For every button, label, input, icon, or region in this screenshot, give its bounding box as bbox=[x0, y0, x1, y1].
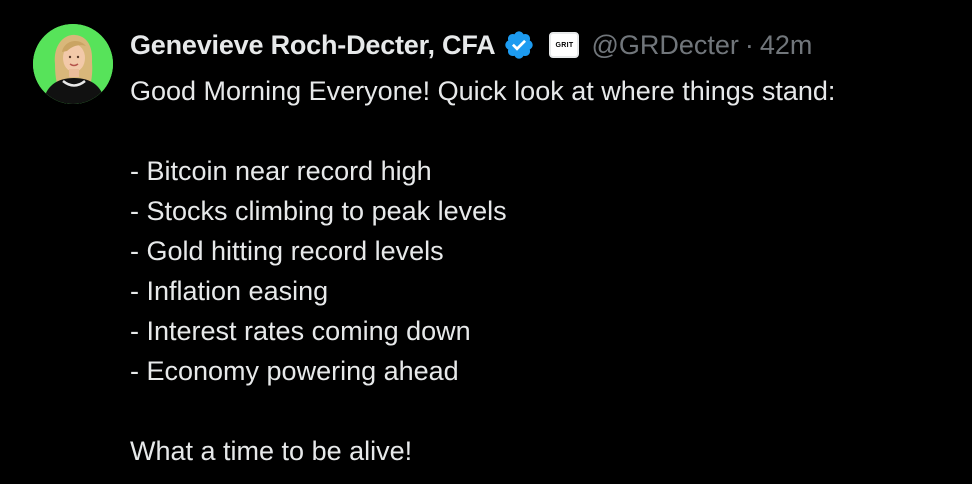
verified-badge-icon[interactable] bbox=[503, 29, 535, 61]
list-item: - Inflation easing bbox=[130, 276, 329, 306]
tweet-card[interactable]: Genevieve Roch-Decter, CFA GRIT @GRDecte… bbox=[0, 0, 972, 484]
avatar-photo-icon bbox=[33, 24, 113, 104]
post-timestamp[interactable]: 42m bbox=[760, 30, 813, 61]
list-item: - Interest rates coming down bbox=[130, 316, 471, 346]
tweet-text: Good Morning Everyone! Quick look at whe… bbox=[130, 71, 960, 471]
affiliate-badge-icon[interactable]: GRIT bbox=[549, 32, 580, 58]
list-item: - Gold hitting record levels bbox=[130, 236, 444, 266]
author-handle[interactable]: @GRDecter bbox=[591, 30, 738, 61]
list-item: - Economy powering ahead bbox=[130, 356, 459, 386]
tweet-header: Genevieve Roch-Decter, CFA GRIT @GRDecte… bbox=[130, 22, 960, 68]
list-item: - Stocks climbing to peak levels bbox=[130, 196, 507, 226]
intro-line: Good Morning Everyone! Quick look at whe… bbox=[130, 76, 836, 106]
author-avatar[interactable] bbox=[33, 24, 113, 104]
tweet-content: Genevieve Roch-Decter, CFA GRIT @GRDecte… bbox=[130, 22, 960, 471]
list-item: - Bitcoin near record high bbox=[130, 156, 432, 186]
closing-line: What a time to be alive! bbox=[130, 436, 413, 466]
affiliate-badge-label: GRIT bbox=[555, 41, 574, 49]
author-display-name[interactable]: Genevieve Roch-Decter, CFA bbox=[130, 30, 496, 61]
separator-dot: · bbox=[744, 29, 754, 60]
